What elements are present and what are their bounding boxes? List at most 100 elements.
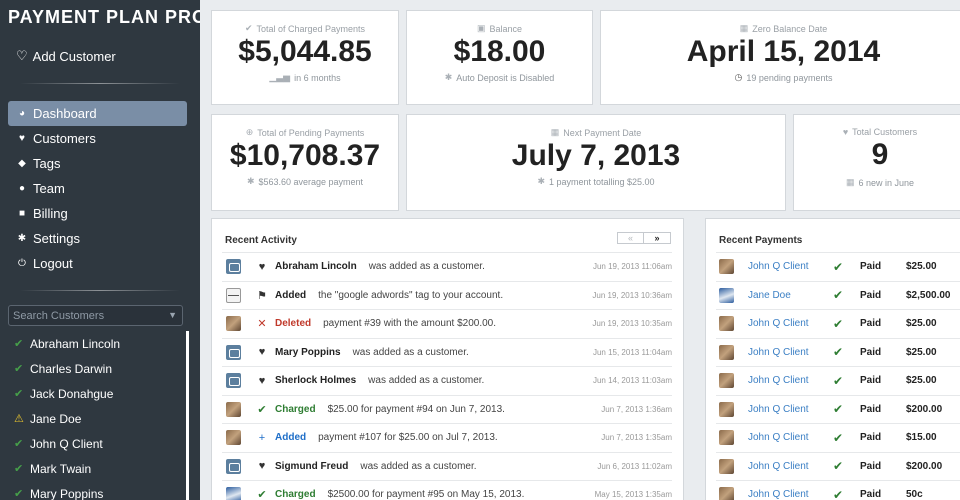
activity-subject: Added <box>275 432 307 443</box>
activity-subject: Added <box>275 289 307 301</box>
customer-name: Jack Donahgue <box>30 386 114 401</box>
nav-item-team[interactable]: ● Team <box>8 176 187 201</box>
payment-amount: $200.00 <box>906 460 943 472</box>
nav-item-customers[interactable]: ♥ Customers <box>8 126 187 151</box>
nav-item-billing[interactable]: ■ Billing <box>8 201 187 226</box>
activity-description: was added as a customer. <box>360 460 477 472</box>
activity-row[interactable]: ⚑ Added the "google adwords" tag to your a… <box>222 280 672 309</box>
avatar <box>719 430 734 445</box>
customer-name: Charles Darwin <box>30 361 113 376</box>
customer-item[interactable]: ✔ Jack Donahgue <box>8 381 183 406</box>
nav-label: Customers <box>33 131 96 146</box>
gear-icon: ✱ <box>537 176 545 186</box>
payment-row[interactable]: John Q Client ✔ Paid $15.00 <box>716 423 960 451</box>
client-link[interactable]: John Q Client <box>748 318 833 329</box>
payment-status: Paid <box>860 346 882 358</box>
customer-item[interactable]: ✔ Mary Poppins <box>8 481 183 500</box>
nav-item-settings[interactable]: ✱ Settings <box>8 226 187 251</box>
activity-row[interactable]: + Added payment #107 for $25.00 on Jul 7, … <box>222 423 672 451</box>
activity-timestamp: Jun 19, 2013 10:36am <box>592 290 672 300</box>
divider <box>20 83 180 84</box>
pager-next-button[interactable]: » <box>644 232 671 244</box>
payment-row[interactable]: John Q Client ✔ Paid $25.00 <box>716 309 960 337</box>
customer-list-scrollbar[interactable] <box>186 331 189 500</box>
customer-search[interactable]: ▼ <box>8 305 183 326</box>
client-link[interactable]: John Q Client <box>748 261 833 272</box>
payment-row[interactable]: John Q Client ✔ Paid $25.00 <box>716 337 960 366</box>
activity-row[interactable]: ♥ Abraham Lincoln was added as a customer.… <box>222 252 672 280</box>
client-link[interactable]: John Q Client <box>748 489 833 500</box>
check-circle-icon: ✔ <box>244 23 253 33</box>
stat-value: April 15, 2014 <box>686 35 881 68</box>
check-icon: ✔ <box>14 463 24 475</box>
activity-description: payment #39 with the amount $200.00. <box>323 318 497 329</box>
check-icon: ✔ <box>833 345 844 359</box>
client-link[interactable]: John Q Client <box>748 461 833 472</box>
customer-item[interactable]: ✔ Abraham Lincoln <box>8 331 183 356</box>
payment-amount: $15.00 <box>906 432 937 443</box>
client-link[interactable]: John Q Client <box>748 432 833 443</box>
activity-type-icon: ♥ <box>258 460 266 472</box>
payment-row[interactable]: John Q Client ✔ Paid $200.00 <box>716 451 960 480</box>
activity-subject: Abraham Lincoln <box>275 261 357 272</box>
activity-description: was added as a customer. <box>368 261 485 272</box>
stat-pending-payments: ⊕ Total of Pending Payments $10,708.37 ✱ $… <box>211 114 399 211</box>
avatar <box>719 259 734 274</box>
pager-prev-button[interactable]: « <box>617 232 644 244</box>
gear-icon: ✱ <box>444 72 453 82</box>
customer-list: ✔ Abraham Lincoln ✔ Charles Darwin ✔ Jack D… <box>8 331 183 500</box>
activity-subject: Deleted <box>275 318 312 329</box>
client-link[interactable]: John Q Client <box>748 375 833 386</box>
search-input[interactable] <box>13 309 163 322</box>
nav-label: Dashboard <box>33 106 97 121</box>
payment-row[interactable]: John Q Client ✔ Paid $25.00 <box>716 366 960 394</box>
activity-timestamp: Jun 7, 2013 1:35am <box>601 433 672 442</box>
activity-row[interactable]: ♥ Sigmund Freud was added as a customer. Ju… <box>222 451 672 480</box>
chevron-down-icon[interactable]: ▼ <box>168 310 177 320</box>
activity-row[interactable]: ✕ Deleted payment #39 with the amount $200… <box>222 309 672 337</box>
check-icon: ✔ <box>14 338 24 350</box>
client-link[interactable]: Jane Doe <box>748 290 833 301</box>
customer-item[interactable]: ⚠ Jane Doe <box>8 406 183 431</box>
panel-title: Recent Payments <box>719 235 803 246</box>
signal-icon: ▁▃▅ <box>269 72 291 82</box>
activity-timestamp: Jun 15, 2013 11:04am <box>592 347 672 357</box>
client-link[interactable]: John Q Client <box>748 404 833 415</box>
stat-value: $18.00 <box>453 35 546 68</box>
heart-outline-icon: ♡ <box>16 48 28 63</box>
payment-row[interactable]: John Q Client ✔ Paid $200.00 <box>716 394 960 423</box>
payment-amount: $25.00 <box>906 261 937 272</box>
activity-row[interactable]: ✔ Charged $25.00 for payment #94 on Jun 7,… <box>222 394 672 423</box>
payment-row[interactable]: John Q Client ✔ Paid $25.00 <box>716 252 960 280</box>
lock-icon: ■ <box>18 208 26 219</box>
avatar <box>226 287 241 303</box>
main-nav: ◕ Dashboard ♥ Customers ◆ Tags ● Team ■ … <box>8 101 187 276</box>
add-customer-button[interactable]: ♡ Add Customer <box>16 48 116 64</box>
payment-row[interactable]: Jane Doe ✔ Paid $2,500.00 <box>716 280 960 309</box>
customer-item[interactable]: ✔ Charles Darwin <box>8 356 183 381</box>
client-link[interactable]: John Q Client <box>748 347 833 358</box>
activity-description: $2500.00 for payment #95 on May 15, 2013… <box>327 489 525 500</box>
activity-timestamp: Jun 6, 2013 11:02am <box>597 461 672 471</box>
stat-label: Next Payment Date <box>563 127 642 138</box>
payment-row[interactable]: John Q Client ✔ Paid 50c <box>716 480 960 500</box>
avatar <box>719 401 734 417</box>
activity-timestamp: Jun 19, 2013 10:35am <box>592 319 672 328</box>
nav-item-dashboard[interactable]: ◕ Dashboard <box>8 101 187 126</box>
payment-status: Paid <box>860 318 882 329</box>
activity-row[interactable]: ✔ Charged $2500.00 for payment #95 on May … <box>222 480 672 500</box>
activity-description: the "google adwords" tag to your account… <box>318 289 504 301</box>
activity-description: payment #107 for $25.00 on Jul 7, 2013. <box>318 432 498 443</box>
activity-row[interactable]: ♥ Sherlock Holmes was added as a customer.… <box>222 366 672 394</box>
nav-item-tags[interactable]: ◆ Tags <box>8 151 187 176</box>
activity-type-icon: ✕ <box>257 318 267 330</box>
user-icon: ● <box>18 183 26 194</box>
activity-row[interactable]: ♥ Mary Poppins was added as a customer. Jun… <box>222 337 672 366</box>
activity-type-icon: ♥ <box>258 260 266 273</box>
customer-item[interactable]: ✔ Mark Twain <box>8 456 183 481</box>
activity-type-icon: ✔ <box>257 489 267 500</box>
payment-status: Paid <box>860 289 882 301</box>
avatar <box>719 316 734 331</box>
nav-item-logout[interactable]: ⏻ Logout <box>8 251 187 276</box>
customer-item[interactable]: ✔ John Q Client <box>8 431 183 456</box>
